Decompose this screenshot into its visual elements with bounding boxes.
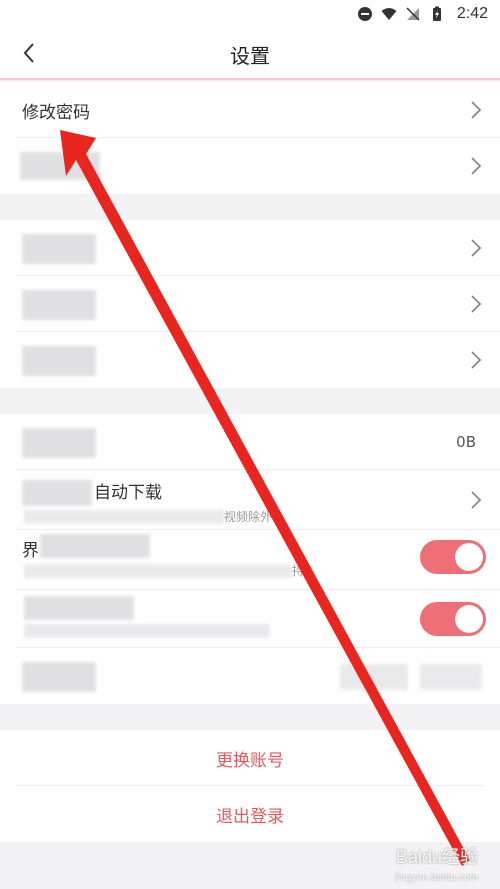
redacted-label [22,480,92,506]
preferences-group [0,220,500,388]
cache-size: 0B [456,433,476,451]
redacted-label [22,290,96,320]
redacted-label [24,596,134,620]
storage-group: 0B 自动下载 视频除外 界 持 [0,414,500,704]
chevron-right-icon [471,101,482,119]
watermark-logo: Baidu经验 [395,847,478,867]
redacted-value [340,664,408,690]
chevron-right-icon [471,239,482,257]
theme-toggle[interactable] [420,540,486,574]
logout-button[interactable]: 退出登录 [0,786,500,842]
preference-row-3[interactable] [0,332,500,388]
theme-sub: 持 [292,564,305,578]
redacted-label [40,534,150,558]
switch-account-label: 更换账号 [216,750,284,771]
auto-download-row[interactable]: 自动下载 视频除外 [0,470,500,530]
setting-row-last[interactable] [0,648,500,704]
theme-label: 界 [22,541,39,561]
status-bar: 2:42 [0,0,500,28]
do-not-disturb-icon [357,7,372,21]
auto-download-sub: 视频除外 [224,510,273,524]
page-title: 设置 [230,44,270,68]
clear-cache-row[interactable]: 0B [0,414,500,470]
chevron-right-icon [471,157,482,175]
redacted-subtitle [24,564,292,578]
redacted-subtitle [24,624,270,638]
account-group: 修改密码 [0,82,500,194]
chevron-right-icon [471,491,482,509]
logout-label: 退出登录 [216,806,284,827]
theme-row[interactable]: 界 持 [0,530,500,590]
preference-row-2[interactable] [0,276,500,332]
setting-toggle-row[interactable] [0,590,500,648]
redacted-label [22,662,96,692]
redacted-value [420,664,482,690]
redacted-label [20,152,100,180]
wifi-icon [381,8,397,20]
watermark-url: jingyan.baidu.com [394,873,478,883]
status-time: 2:42 [456,5,488,22]
change-password-row[interactable]: 修改密码 [0,82,500,138]
switch-account-button[interactable]: 更换账号 [0,730,500,786]
no-signal-icon [406,7,420,21]
battery-charging-icon [432,6,441,21]
header: 设置 [0,28,500,80]
chevron-right-icon [471,351,482,369]
session-actions-group: 更换账号 退出登录 [0,730,500,842]
redacted-label [22,234,96,264]
change-password-label: 修改密码 [22,102,90,123]
chevron-right-icon [471,295,482,313]
redacted-subtitle [24,510,224,524]
account-row-2[interactable] [0,138,500,194]
auto-download-label: 自动下载 [94,483,162,503]
redacted-label [22,346,96,376]
preference-row-1[interactable] [0,220,500,276]
redacted-label [22,428,96,458]
setting-toggle[interactable] [420,602,486,636]
